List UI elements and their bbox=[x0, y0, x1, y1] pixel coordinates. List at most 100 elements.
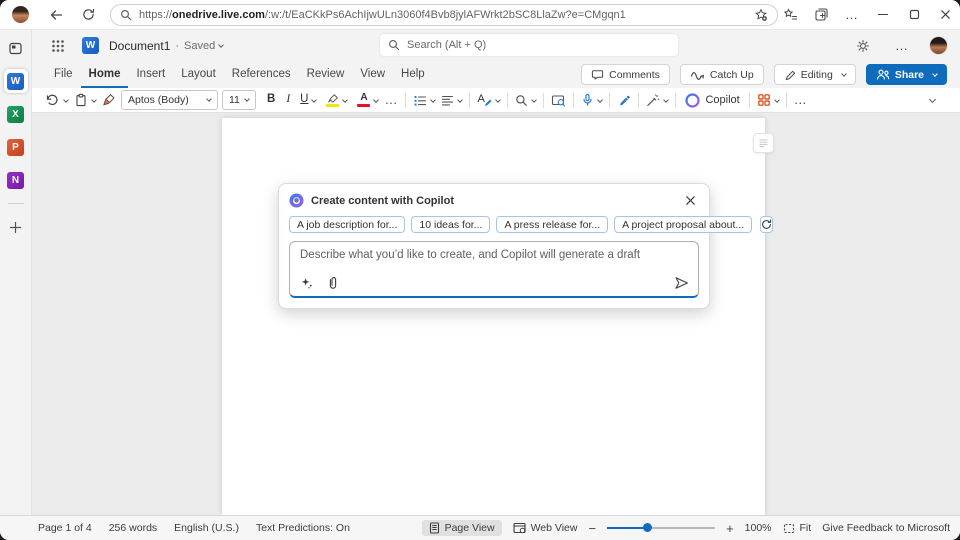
attach-paperclip-icon[interactable] bbox=[327, 276, 339, 290]
undo-button[interactable] bbox=[42, 90, 71, 110]
web-view-button[interactable]: Web View bbox=[513, 522, 578, 534]
prompt-input[interactable] bbox=[300, 249, 688, 275]
copilot-button[interactable]: Copilot bbox=[680, 90, 744, 110]
zoom-level[interactable]: 100% bbox=[745, 522, 772, 534]
add-ins-button[interactable] bbox=[754, 90, 782, 110]
address-bar[interactable]: https://onedrive.live.com/:w:/t/EaCKkPs6… bbox=[110, 4, 778, 26]
paste-button[interactable] bbox=[71, 90, 99, 110]
header-menu-button[interactable]: … bbox=[890, 34, 914, 58]
prompt-chip-project-proposal[interactable]: A project proposal about... bbox=[614, 216, 752, 233]
align-button[interactable] bbox=[438, 90, 465, 110]
sidebar-item-onenote[interactable]: N bbox=[4, 168, 28, 192]
document-page[interactable] bbox=[222, 118, 765, 515]
tab-references[interactable]: References bbox=[224, 62, 299, 88]
dictate-button[interactable] bbox=[578, 90, 605, 110]
browser-profile-avatar[interactable] bbox=[12, 6, 29, 23]
share-button[interactable]: Share bbox=[866, 64, 947, 85]
dialog-close-button[interactable] bbox=[681, 192, 699, 210]
prompt-chip-ideas[interactable]: 10 ideas for... bbox=[411, 216, 490, 233]
editor-button[interactable] bbox=[614, 90, 634, 110]
sidebar-toggle-icon bbox=[8, 41, 23, 56]
tab-home[interactable]: Home bbox=[81, 62, 129, 88]
immersive-reader-button[interactable] bbox=[548, 90, 569, 110]
tab-layout[interactable]: Layout bbox=[173, 62, 224, 88]
comments-button[interactable]: Comments bbox=[581, 64, 670, 85]
toolbar-overflow-button[interactable]: … bbox=[791, 90, 811, 110]
close-button[interactable] bbox=[933, 3, 957, 27]
editing-mode-button[interactable]: Editing bbox=[774, 64, 856, 85]
tab-view[interactable]: View bbox=[352, 62, 393, 88]
zoom-slider[interactable] bbox=[607, 527, 715, 529]
sidebar-item-powerpoint[interactable]: P bbox=[4, 135, 28, 159]
bullets-button[interactable] bbox=[410, 90, 438, 110]
favorites-button[interactable] bbox=[778, 3, 802, 27]
tab-file[interactable]: File bbox=[46, 62, 81, 88]
bookmark-icon[interactable] bbox=[754, 8, 768, 22]
font-color-button[interactable]: A bbox=[354, 90, 381, 110]
ellipsis-icon: … bbox=[384, 95, 398, 105]
word-logo[interactable]: W bbox=[82, 37, 99, 54]
back-button[interactable] bbox=[44, 3, 68, 27]
catch-up-icon bbox=[690, 69, 705, 81]
auto-format-button[interactable] bbox=[643, 90, 671, 110]
text-predictions-status[interactable]: Text Predictions: On bbox=[256, 522, 350, 534]
word-count[interactable]: 256 words bbox=[109, 522, 157, 534]
tab-help[interactable]: Help bbox=[393, 62, 433, 88]
font-name-select[interactable]: Aptos (Body) bbox=[121, 90, 218, 110]
clipboard-icon bbox=[74, 93, 88, 107]
tab-review[interactable]: Review bbox=[299, 62, 353, 88]
collapse-ribbon-button[interactable] bbox=[927, 90, 938, 110]
copilot-dialog: Create content with Copilot A job descri… bbox=[278, 183, 710, 309]
chevron-down-icon bbox=[532, 97, 538, 103]
tab-insert[interactable]: Insert bbox=[128, 62, 173, 88]
refresh-button[interactable] bbox=[76, 3, 100, 27]
save-status[interactable]: · Saved bbox=[175, 40, 223, 52]
more-font-options-button[interactable]: … bbox=[381, 90, 401, 110]
sidebar-add-button[interactable] bbox=[4, 215, 28, 239]
styles-icon: A bbox=[477, 93, 492, 107]
send-button[interactable] bbox=[674, 276, 689, 290]
prompt-chip-job-description[interactable]: A job description for... bbox=[289, 216, 405, 233]
app-launcher-button[interactable] bbox=[46, 34, 70, 58]
zoom-slider-thumb[interactable] bbox=[643, 523, 652, 532]
styles-button[interactable]: A bbox=[474, 90, 503, 110]
people-icon bbox=[876, 68, 890, 81]
plus-icon bbox=[9, 221, 22, 234]
find-button[interactable] bbox=[512, 90, 539, 110]
minimize-button[interactable] bbox=[871, 3, 895, 27]
refresh-suggestions-button[interactable] bbox=[760, 216, 773, 233]
feedback-link[interactable]: Give Feedback to Microsoft bbox=[822, 522, 950, 534]
editor-icon bbox=[617, 94, 631, 107]
format-painter-button[interactable] bbox=[99, 90, 119, 110]
italic-button[interactable]: I bbox=[283, 90, 293, 110]
settings-button[interactable] bbox=[851, 34, 875, 58]
highlight-button[interactable] bbox=[323, 90, 350, 110]
search-input[interactable] bbox=[407, 39, 670, 51]
prompt-chip-press-release[interactable]: A press release for... bbox=[496, 216, 608, 233]
maximize-button[interactable] bbox=[902, 3, 926, 27]
page-view-button[interactable]: Page View bbox=[422, 520, 502, 536]
underline-button[interactable]: U bbox=[297, 90, 319, 110]
language-status[interactable]: English (U.S.) bbox=[174, 522, 239, 534]
sidebar-item-excel[interactable]: X bbox=[4, 102, 28, 126]
account-avatar[interactable] bbox=[929, 36, 948, 55]
zoom-in-button[interactable]: + bbox=[726, 521, 734, 536]
search-box[interactable] bbox=[380, 34, 678, 56]
sidebar-toggle-button[interactable] bbox=[4, 36, 28, 60]
collections-button[interactable] bbox=[809, 3, 833, 27]
prompt-box[interactable] bbox=[289, 241, 699, 298]
rewrite-sparkle-icon[interactable] bbox=[301, 277, 314, 290]
zoom-out-button[interactable]: − bbox=[588, 521, 596, 536]
catch-up-button[interactable]: Catch Up bbox=[680, 64, 764, 85]
document-title[interactable]: Document1 bbox=[109, 39, 170, 53]
find-icon bbox=[515, 94, 528, 107]
sidebar-item-word[interactable]: W bbox=[4, 69, 28, 93]
browser-menu-button[interactable]: … bbox=[840, 3, 864, 27]
copilot-dialog-header: Create content with Copilot bbox=[289, 193, 699, 208]
bold-button[interactable]: B bbox=[264, 90, 278, 110]
margin-comment-button[interactable] bbox=[753, 133, 774, 153]
font-size-select[interactable]: 11 bbox=[222, 90, 256, 110]
toolbar-divider bbox=[405, 93, 406, 108]
fit-button[interactable]: Fit bbox=[783, 522, 812, 534]
page-count[interactable]: Page 1 of 4 bbox=[38, 522, 92, 534]
